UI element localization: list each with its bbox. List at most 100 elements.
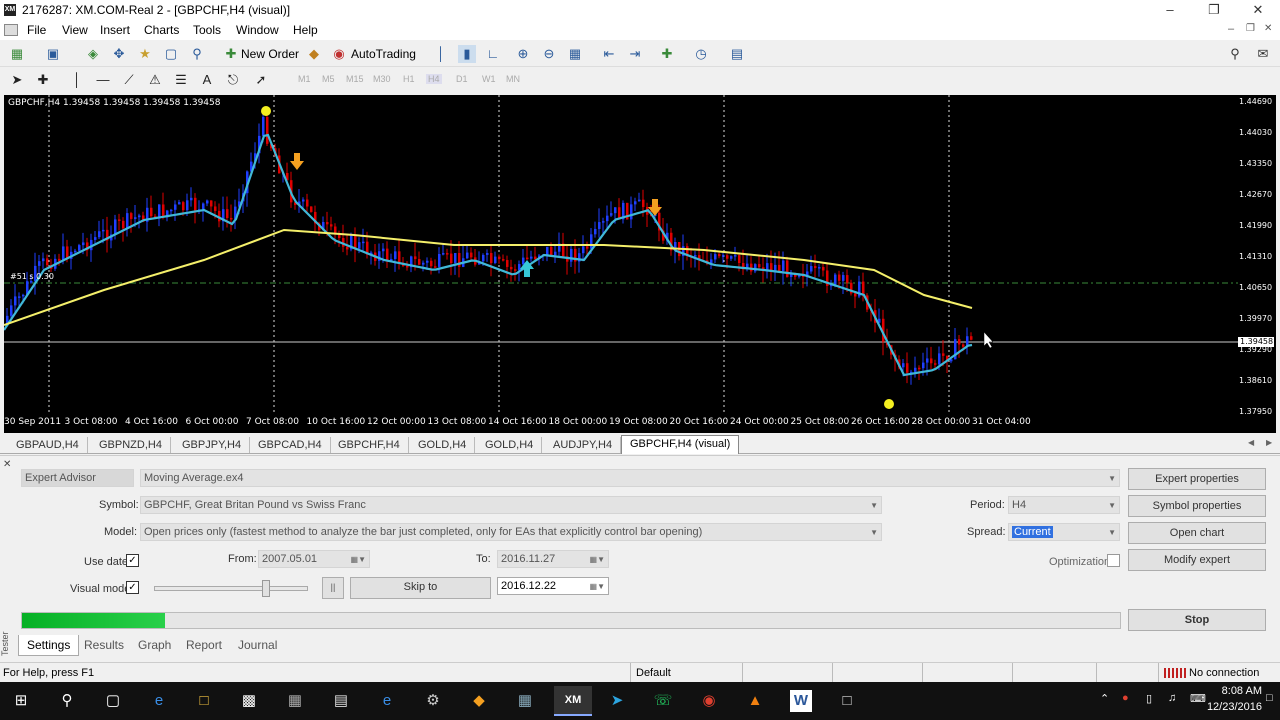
zoom-in-icon[interactable]: ⊕ <box>514 45 532 63</box>
minimize-icon[interactable]: – <box>1148 0 1192 20</box>
expert-properties-button[interactable]: Expert properties <box>1128 468 1266 490</box>
timeframe-m5[interactable]: M5 <box>322 74 335 84</box>
new-chart-icon[interactable]: ▦ <box>8 45 26 63</box>
timeframe-h4[interactable]: H4 <box>426 74 442 84</box>
use-date-checkbox[interactable]: ✓ <box>126 554 139 567</box>
symbol-properties-button[interactable]: Symbol properties <box>1128 495 1266 517</box>
arrows-icon[interactable]: ➚ <box>252 71 270 89</box>
periods-icon[interactable]: ◷ <box>692 45 710 63</box>
new-order-button[interactable]: New Order <box>241 47 299 61</box>
trendline-icon[interactable]: ⟋ <box>120 71 138 89</box>
price-chart[interactable] <box>4 95 1238 413</box>
timeframe-h1[interactable]: H1 <box>403 74 415 84</box>
timeframe-m30[interactable]: M30 <box>373 74 391 84</box>
autotrading-icon[interactable]: ◉ <box>330 45 348 63</box>
symbol-select[interactable]: GBPCHF, Great Britan Pound vs Swiss Fran… <box>140 496 882 514</box>
chrome-icon[interactable]: ◉ <box>698 690 720 712</box>
restore-icon[interactable]: ❐ <box>1192 0 1236 20</box>
menu-charts[interactable]: Charts <box>144 23 179 37</box>
tray-expand-icon[interactable]: ⌃ <box>1100 692 1109 705</box>
tab-gbpcad[interactable]: GBPCAD,H4 <box>250 437 331 453</box>
tray-app-icon[interactable]: ● <box>1122 692 1129 704</box>
tester-close-icon[interactable]: ✕ <box>3 459 11 470</box>
calculator-icon[interactable]: ▤ <box>330 690 352 712</box>
line-chart-icon[interactable]: ∟ <box>484 45 502 63</box>
tab-gbpnzd[interactable]: GBPNZD,H4 <box>91 437 171 453</box>
templates-icon[interactable]: ▤ <box>728 45 746 63</box>
orange-app-icon[interactable]: ◆ <box>468 690 490 712</box>
settings-app-icon[interactable]: ⚙ <box>422 690 444 712</box>
skip-to-button[interactable]: Skip to <box>350 577 491 599</box>
mdi-restore-icon[interactable]: ❐ <box>1246 23 1255 34</box>
to-date-input[interactable]: 2016.11.27 ▦▼ <box>497 550 609 568</box>
edge-icon[interactable]: e <box>148 690 170 712</box>
timeframe-w1[interactable]: W1 <box>482 74 496 84</box>
tabs-scroll-left-icon[interactable]: ◀ <box>1248 438 1254 447</box>
keyboard-icon[interactable]: ⌨ <box>1190 692 1206 705</box>
task-view-icon[interactable]: ▢ <box>102 690 124 712</box>
indicators-icon[interactable]: ✚ <box>658 45 676 63</box>
photos-app-icon[interactable]: ▦ <box>514 690 536 712</box>
menu-file[interactable]: File <box>27 23 46 37</box>
menu-help[interactable]: Help <box>293 23 318 37</box>
tab-tester-report[interactable]: Report <box>178 635 230 655</box>
tab-tester-settings[interactable]: Settings <box>18 635 80 656</box>
timeframe-m15[interactable]: M15 <box>346 74 364 84</box>
menu-tools[interactable]: Tools <box>193 23 221 37</box>
search-icon[interactable]: ⚲ <box>1226 45 1244 63</box>
chart-shift-icon[interactable]: ⇥ <box>626 45 644 63</box>
menu-window[interactable]: Window <box>236 23 279 37</box>
metaeditor-icon[interactable]: ◆ <box>305 45 323 63</box>
text-label-icon[interactable]: ⎋ <box>224 71 242 89</box>
battery-icon[interactable]: ▯ <box>1146 692 1152 705</box>
auto-scroll-icon[interactable]: ⇤ <box>600 45 618 63</box>
xm-terminal-taskbar-icon[interactable]: XM <box>554 686 592 716</box>
timeframe-d1[interactable]: D1 <box>456 74 468 84</box>
strategy-tester-icon[interactable]: ⚲ <box>188 45 206 63</box>
vertical-line-icon[interactable]: │ <box>68 71 86 89</box>
volume-icon[interactable]: ♫ <box>1168 692 1176 704</box>
open-chart-button[interactable]: Open chart <box>1128 522 1266 544</box>
mdi-close-icon[interactable]: ✕ <box>1264 23 1272 34</box>
menu-view[interactable]: View <box>62 23 88 37</box>
cursor-icon[interactable]: ➤ <box>8 71 26 89</box>
clock-date[interactable]: 12/23/2016 <box>1206 701 1262 713</box>
optimization-checkbox[interactable] <box>1107 554 1120 567</box>
period-select[interactable]: H4 ▼ <box>1008 496 1120 514</box>
channel-icon[interactable]: ⚠ <box>146 71 164 89</box>
new-order-icon[interactable]: ✚ <box>222 45 240 63</box>
skip-to-date-input[interactable]: 2016.12.22 ▦▼ <box>497 577 609 595</box>
text-icon[interactable]: A <box>198 71 216 89</box>
whatsapp-icon[interactable]: ☏ <box>652 690 674 712</box>
mdi-minimize-icon[interactable]: – <box>1228 23 1234 35</box>
profiles-icon[interactable]: ▣ <box>44 45 62 63</box>
windows-start-icon[interactable]: ⊞ <box>10 690 32 712</box>
clock-time[interactable]: 8:08 AM <box>1216 685 1262 697</box>
tab-audjpy[interactable]: AUDJPY,H4 <box>545 437 622 453</box>
stop-button[interactable]: Stop <box>1128 609 1266 631</box>
chat-icon[interactable]: ✉ <box>1254 45 1272 63</box>
tab-tester-journal[interactable]: Journal <box>230 635 285 655</box>
window-app-icon[interactable]: □ <box>836 690 858 712</box>
internet-explorer-icon[interactable]: e <box>376 690 398 712</box>
notifications-icon[interactable]: □ <box>1266 692 1273 704</box>
tab-tester-results[interactable]: Results <box>76 635 132 655</box>
menu-insert[interactable]: Insert <box>100 23 130 37</box>
modify-expert-button[interactable]: Modify expert <box>1128 549 1266 571</box>
close-icon[interactable]: ✕ <box>1236 0 1280 20</box>
candlestick-icon[interactable]: ▮ <box>458 45 476 63</box>
expert-advisor-select[interactable]: Moving Average.ex4 ▼ <box>140 469 1120 487</box>
visual-speed-slider[interactable] <box>154 586 308 591</box>
tab-gbpchf[interactable]: GBPCHF,H4 <box>330 437 409 453</box>
crosshair-icon[interactable]: ✚ <box>34 71 52 89</box>
tab-tester-graph[interactable]: Graph <box>130 635 179 655</box>
tab-gbpjpy[interactable]: GBPJPY,H4 <box>174 437 251 453</box>
child-window-icon[interactable] <box>4 24 18 36</box>
model-select[interactable]: Open prices only (fastest method to anal… <box>140 523 882 541</box>
word-icon[interactable]: W <box>790 690 812 712</box>
tab-gbpchf-visual[interactable]: GBPCHF,H4 (visual) <box>621 435 740 454</box>
market-watch-icon[interactable]: ◈ <box>84 45 102 63</box>
bar-chart-icon[interactable]: │ <box>432 45 450 63</box>
file-explorer-icon[interactable]: □ <box>193 690 215 712</box>
timeframe-mn[interactable]: MN <box>506 74 520 84</box>
